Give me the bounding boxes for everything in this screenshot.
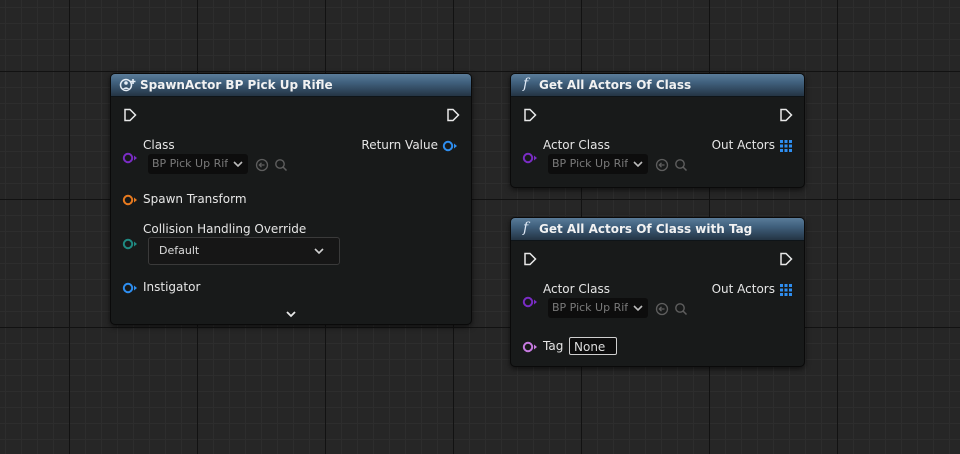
instigator-label: Instigator [143,280,201,294]
browse-search-icon[interactable] [674,158,688,172]
chevron-down-icon [314,248,324,255]
class-label: Class [143,138,175,152]
collision-handling-pin[interactable] [122,238,138,250]
expand-advanced-chevron-icon[interactable] [285,308,297,320]
return-value-output-pin[interactable] [442,140,458,152]
class-combo-value: BP Pick Up Rifle [152,157,228,170]
tag-pin[interactable] [522,341,538,353]
exec-out-pin[interactable] [779,252,793,266]
chevron-down-icon [633,305,643,312]
collision-handling-label: Collision Handling Override [143,222,307,236]
collision-handling-dropdown[interactable]: Default [148,237,340,265]
chevron-down-icon [233,161,243,168]
array-grid-icon[interactable] [780,140,792,152]
instigator-pin[interactable] [122,282,138,294]
actor-class-pin[interactable] [522,152,538,164]
use-selected-icon[interactable] [655,302,669,316]
use-selected-icon[interactable] [255,158,269,172]
exec-in-pin[interactable] [123,108,137,122]
class-input-pin[interactable] [122,152,138,164]
use-selected-icon[interactable] [655,158,669,172]
exec-out-pin[interactable] [446,108,460,122]
spawn-actor-icon [119,78,136,92]
spawn-transform-pin[interactable] [122,194,138,206]
class-combo[interactable]: BP Pick Up Rifle [148,154,248,174]
function-icon: f [523,220,529,236]
tag-input[interactable]: None [569,337,617,355]
out-actors-label: Out Actors [711,282,775,296]
get-all-actors-with-tag-node[interactable]: f Get All Actors Of Class with Tag Actor… [510,217,805,367]
return-value-label: Return Value [361,138,438,152]
function-icon: f [523,76,529,92]
out-actors-label: Out Actors [711,138,775,152]
get-all-actors-node[interactable]: f Get All Actors Of Class Actor Class BP… [510,73,805,188]
actor-class-combo-value: BP Pick Up Rifle [552,301,628,314]
actor-class-label: Actor Class [543,282,610,296]
node-title: SpawnActor BP Pick Up Rifle [140,78,333,92]
tag-label: Tag [543,339,564,353]
collision-handling-value: Default [159,244,200,257]
node-title: Get All Actors Of Class with Tag [539,222,753,236]
actor-class-label: Actor Class [543,138,610,152]
browse-search-icon[interactable] [274,158,288,172]
exec-in-pin[interactable] [523,252,537,266]
chevron-down-icon [633,161,643,168]
spawn-actor-node[interactable]: SpawnActor BP Pick Up Rifle Class BP Pic… [110,73,472,325]
actor-class-pin[interactable] [522,296,538,308]
spawn-transform-label: Spawn Transform [143,192,247,206]
actor-class-combo[interactable]: BP Pick Up Rifle [548,154,648,174]
exec-out-pin[interactable] [779,108,793,122]
actor-class-combo-value: BP Pick Up Rifle [552,157,628,170]
browse-search-icon[interactable] [674,302,688,316]
node-title: Get All Actors Of Class [539,78,692,92]
exec-in-pin[interactable] [523,108,537,122]
array-grid-icon[interactable] [780,284,792,296]
actor-class-combo[interactable]: BP Pick Up Rifle [548,298,648,318]
